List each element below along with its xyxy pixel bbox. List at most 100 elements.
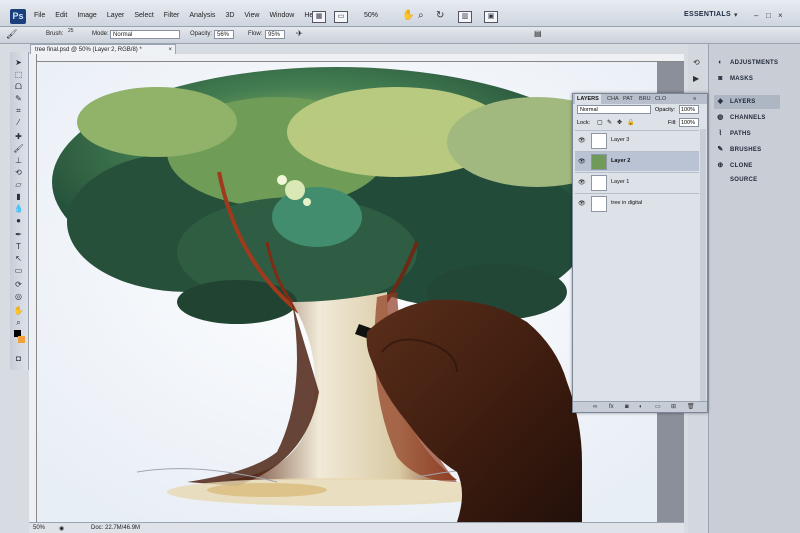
group-icon[interactable]: ▭ — [655, 402, 661, 412]
menu-image[interactable]: Image — [77, 12, 96, 19]
menu-edit[interactable]: Edit — [55, 12, 67, 19]
dock-item-paths[interactable]: ⌇ PATHS — [714, 127, 780, 141]
blend-mode-select[interactable]: Normal — [577, 105, 651, 114]
eyedropper-tool-icon[interactable]: ⁄ — [13, 118, 24, 127]
visibility-eye-icon[interactable]: 👁 — [578, 200, 586, 207]
dock-item-brushes[interactable]: ✎ BRUSHES — [714, 143, 780, 157]
hand-tool-icon[interactable]: ✋ — [402, 10, 414, 21]
panel-menu-icon[interactable]: ≡ — [693, 94, 696, 104]
3d-orbit-tool-icon[interactable]: ◎ — [13, 292, 24, 301]
view-extras-icon[interactable]: ▭ — [334, 11, 348, 23]
lock-transparency-icon[interactable]: ▢ — [597, 119, 603, 126]
dodge-tool-icon[interactable]: ● — [13, 216, 24, 225]
lasso-tool-icon[interactable]: ᗝ — [13, 82, 24, 91]
close-button[interactable]: × — [778, 11, 783, 20]
menu-analysis[interactable]: Analysis — [189, 12, 215, 19]
clone-stamp-tool-icon[interactable]: ⊥ — [13, 156, 24, 165]
layer-row-layer-3[interactable]: 👁 Layer 3 — [575, 130, 699, 150]
link-icon[interactable]: ∞ — [593, 402, 597, 412]
rotate-view-icon[interactable]: ↻ — [436, 10, 444, 21]
adjustment-layer-icon[interactable]: ◐ — [639, 402, 643, 412]
zoom-tool-box-icon[interactable]: ⌕ — [13, 318, 24, 327]
dock-item-layers[interactable]: ◈ LAYERS — [714, 95, 780, 109]
healing-brush-tool-icon[interactable]: ✚ — [13, 132, 24, 141]
background-color-swatch[interactable] — [18, 336, 25, 343]
actions-panel-icon[interactable]: ▶ — [693, 74, 699, 83]
trash-icon[interactable]: 🗑 — [687, 402, 695, 412]
lock-all-icon[interactable]: 🔒 — [627, 119, 634, 126]
flow-label: Flow: — [248, 31, 263, 37]
fill-field[interactable]: 100% — [679, 118, 699, 127]
menu-file[interactable]: File — [34, 12, 45, 19]
visibility-eye-icon[interactable]: 👁 — [578, 137, 586, 144]
brushes-icon: ✎ — [717, 146, 724, 153]
marquee-tool-icon[interactable]: ⬚ — [13, 70, 24, 79]
opacity-field[interactable]: 56% — [214, 30, 234, 39]
tab-paths[interactable]: PAT — [623, 94, 633, 104]
path-select-tool-icon[interactable]: ↖ — [13, 254, 24, 263]
visibility-eye-icon[interactable]: 👁 — [578, 158, 586, 165]
dock-item-masks[interactable]: ◙ MASKS — [714, 72, 780, 86]
brush-size[interactable]: 25 — [68, 28, 74, 34]
tab-brushes[interactable]: BRU — [639, 94, 651, 104]
workspace-switcher[interactable]: ESSENTIALS — [684, 11, 731, 18]
blur-tool-icon[interactable]: 💧 — [13, 204, 24, 213]
screen-mode-icon[interactable]: ▣ — [484, 11, 498, 23]
layer-row-layer-2[interactable]: 👁 Layer 2 — [575, 151, 699, 171]
zoom-tool-icon[interactable]: ⌕ — [418, 10, 424, 21]
workspace-dropdown-icon[interactable]: ▾ — [734, 11, 738, 19]
quick-mask-icon[interactable]: ◘ — [13, 354, 24, 363]
status-zoom[interactable]: 50% — [33, 525, 45, 531]
fx-icon[interactable]: fx — [609, 402, 614, 412]
layer-row-layer-1[interactable]: 👁 Layer 1 — [575, 172, 699, 192]
lock-pixels-icon[interactable]: ✎ — [607, 119, 612, 126]
mask-icon[interactable]: ◙ — [625, 402, 629, 412]
status-info-icon[interactable]: ◉ — [59, 525, 64, 532]
gradient-tool-icon[interactable]: ▮ — [13, 192, 24, 201]
shape-tool-icon[interactable]: ▭ — [13, 266, 24, 275]
lock-position-icon[interactable]: ✥ — [617, 119, 622, 126]
menu-view[interactable]: View — [244, 12, 259, 19]
airbrush-icon[interactable]: ✈ — [296, 29, 303, 38]
arrange-documents-icon[interactable]: ▥ — [458, 11, 472, 23]
menu-filter[interactable]: Filter — [164, 12, 180, 19]
brush-tool-icon[interactable]: 🖌 — [6, 29, 17, 40]
dock-item-adjustments[interactable]: ◐ ADJUSTMENTS — [714, 56, 780, 70]
menu-layer[interactable]: Layer — [107, 12, 125, 19]
dock-item-clone-source[interactable]: ⊕ CLONE SOURCE — [714, 159, 780, 183]
hand-tool-box-icon[interactable]: ✋ — [13, 306, 24, 315]
crop-tool-icon[interactable]: ⌗ — [13, 106, 24, 115]
history-brush-tool-icon[interactable]: ⟲ — [13, 168, 24, 177]
flow-field[interactable]: 95% — [265, 30, 285, 39]
tab-channels[interactable]: CHA — [607, 94, 619, 104]
layers-scrollbar[interactable] — [700, 129, 706, 401]
menu-bar: Ps File Edit Image Layer Select Filter A… — [0, 0, 800, 27]
dock-item-channels[interactable]: ◍ CHANNELS — [714, 111, 780, 125]
3d-rotate-tool-icon[interactable]: ⟳ — [13, 280, 24, 289]
minimize-button[interactable]: – — [754, 11, 758, 20]
bridge-icon[interactable]: ▦ — [312, 11, 326, 23]
visibility-eye-icon[interactable]: 👁 — [578, 179, 586, 186]
brush-tool-icon-box[interactable]: 🖌 — [13, 144, 24, 153]
menu-3d[interactable]: 3D — [225, 12, 234, 19]
zoom-level[interactable]: 50% — [364, 12, 378, 19]
move-tool-icon[interactable]: ➤ — [13, 58, 24, 67]
history-panel-icon[interactable]: ⟲ — [693, 58, 700, 67]
maximize-button[interactable]: □ — [766, 11, 771, 20]
type-tool-icon[interactable]: T — [13, 242, 24, 251]
tab-layers[interactable]: LAYERS — [575, 94, 601, 104]
layer-thumbnail — [591, 175, 607, 191]
new-layer-icon[interactable]: ⊞ — [671, 402, 676, 412]
pen-tool-icon[interactable]: ✒ — [13, 230, 24, 239]
brush-panel-icon[interactable]: ▤ — [534, 29, 542, 38]
menu-select[interactable]: Select — [134, 12, 153, 19]
quick-select-tool-icon[interactable]: ✎ — [13, 94, 24, 103]
tab-clone-source[interactable]: CLO — [655, 94, 666, 104]
menu-window[interactable]: Window — [269, 12, 294, 19]
layer-opacity-field[interactable]: 100% — [679, 105, 699, 114]
eraser-tool-icon[interactable]: ▱ — [13, 180, 24, 189]
opacity-label: Opacity: — [190, 31, 213, 37]
layer-row-tree-in-digital[interactable]: 👁 tree in digital — [575, 193, 699, 213]
document-canvas[interactable] — [37, 62, 657, 522]
mode-select[interactable]: Normal — [110, 30, 180, 39]
